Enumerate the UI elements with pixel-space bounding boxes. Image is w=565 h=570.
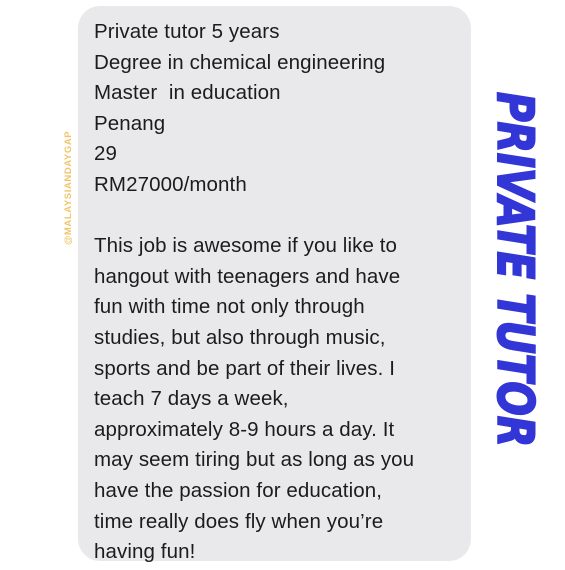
story-line: studies, but also through music, (94, 325, 386, 349)
screenshot-page: Private tutor 5 years Degree in chemical… (0, 0, 565, 570)
story-line: teach 7 days a week, (94, 387, 289, 411)
story-line: hangout with teenagers and have (94, 264, 401, 288)
story-line: sports and be part of their lives. I (94, 356, 395, 380)
private-tutor-stamp: PRIVATE TUTOR (476, 88, 548, 453)
watermark-handle: @MALAYSIANDAYGAP (63, 130, 74, 245)
info-line-salary: RM27000/month (94, 172, 247, 196)
story-line: time really does fly when you’re (94, 509, 384, 533)
story-line: approximately 8-9 hours a day. It (94, 417, 395, 441)
story-line: have the passion for education, (94, 478, 383, 502)
story-line: having fun! (94, 540, 196, 564)
info-line-master: Master in education (94, 81, 281, 105)
message-bubble: Private tutor 5 years Degree in chemical… (78, 6, 471, 563)
stamp-graphic: PRIVATE TUTOR (485, 91, 545, 448)
info-line-location: Penang (94, 111, 166, 135)
info-line-age: 29 (94, 142, 118, 166)
story-paragraph: This job is awesome if you like to hango… (94, 231, 464, 568)
info-line-experience: Private tutor 5 years (94, 20, 280, 43)
story-line: may seem tiring but as long as you (94, 448, 415, 472)
message-text: Private tutor 5 years Degree in chemical… (94, 17, 464, 568)
story-line: fun with time not only through (94, 295, 365, 319)
story-line: This job is awesome if you like to (94, 234, 398, 258)
stamp-title: PRIVATE TUTOR (486, 92, 544, 447)
info-line-degree: Degree in chemical engineering (94, 50, 386, 74)
